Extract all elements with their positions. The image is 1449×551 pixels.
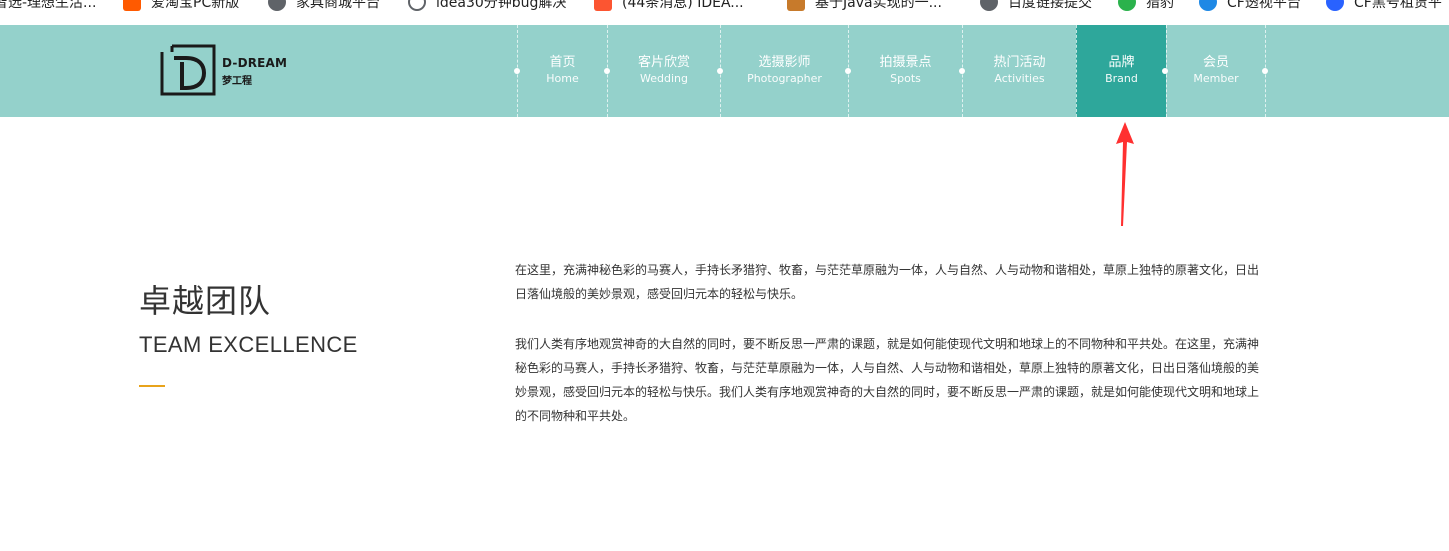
cf-icon [1199,0,1217,11]
nav-item-brand[interactable]: 品牌 Brand [1076,25,1166,117]
nav-item-member[interactable]: 会员 Member [1166,25,1266,117]
bookmarks-bar: 智选-理想生活... 爱淘宝PC新版 家具商城平台 idea30分钟bug解决 … [0,0,1449,12]
nav-label-cn: 首页 [549,55,576,70]
nav-item-activities[interactable]: 热门活动 Activities [962,25,1076,117]
bookmark-label: 智选-理想生活... [0,0,97,11]
logo-name-cn: 梦工程 [222,75,252,87]
bookmark-label: (44条消息) IDEA... [622,0,744,11]
bookmark-item[interactable]: 爱淘宝PC新版 [123,0,239,12]
bookmark-label: 猎豹 [1146,0,1174,11]
nav-label-cn: 客片欣赏 [637,55,690,70]
nav-label-en: Photographer [747,72,822,85]
bookmark-icon [787,0,805,11]
bookmark-item[interactable]: 智选-理想生活... [0,0,96,12]
nav-item-photographer[interactable]: 选摄影师 Photographer [720,25,848,117]
nav-separator-dot [845,68,851,74]
nav-label-cn: 会员 [1202,55,1229,70]
logo-text: D-DREAM 梦工程 [222,56,287,87]
section-accent-line [139,385,165,387]
intro-paragraph: 在这里，充满神秘色彩的马赛人，手持长矛猎狩、牧畜，与茫茫草原融为一体，人与自然、… [515,263,1260,301]
nav-label-cn: 拍摄景点 [879,55,932,70]
nav-separator-dot [514,68,520,74]
bookmark-label: CF透视平台 [1227,0,1301,11]
nav-label-en: Wedding [640,72,688,85]
bookmark-item[interactable]: 百度链接提交 [980,0,1092,12]
bookmark-label: 家具商城平台 [296,0,380,11]
nav-item-home[interactable]: 首页 Home [517,25,607,117]
nav-label-en: Member [1193,72,1239,85]
nav-separator-dot [959,68,965,74]
csdn-icon [594,0,612,11]
nav-label-cn: 选摄影师 [758,55,811,70]
search-icon [408,0,426,11]
annotation-arrow-icon [1116,122,1134,226]
site-header: D-DREAM 梦工程 首页 Home 客片欣赏 Wedding 选摄影师 Ph… [0,25,1449,117]
nav-label-cn: 品牌 [1108,55,1135,70]
paw-icon [1326,0,1344,11]
bookmark-item[interactable]: (44条消息) IDEA... [594,0,744,12]
bookmark-item[interactable]: CF透视平台 [1199,0,1301,12]
logo-name-en: D-DREAM [222,55,288,70]
bookmark-item[interactable]: 基于Java实现的一... [787,0,942,12]
site-logo[interactable]: D-DREAM 梦工程 [160,44,287,96]
bookmark-label: CF黑号租赁平 [1354,0,1442,11]
nav-item-spots[interactable]: 拍摄景点 Spots [848,25,962,117]
nav-item-wedding[interactable]: 客片欣赏 Wedding [607,25,720,117]
bookmark-label: 基于Java实现的一... [815,0,942,11]
leaf-icon [1118,0,1136,11]
body-paragraph: 我们人类有序地观赏神奇的大自然的同时，要不断反思一严肃的课题，就是如何能使现代文… [515,337,1260,423]
d-dream-logo-icon [160,44,216,96]
section-title-en: TEAM EXCELLENCE [139,332,358,357]
bookmark-item[interactable]: CF黑号租赁平 [1326,0,1442,12]
nav-label-en: Brand [1105,72,1138,85]
section-title-cn: 卓越团队 [139,282,272,320]
main-nav: 首页 Home 客片欣赏 Wedding 选摄影师 Photographer 拍… [517,25,1266,117]
nav-label-en: Home [546,72,579,85]
bookmark-label: 爱淘宝PC新版 [151,0,240,11]
globe-icon [980,0,998,11]
nav-separator-dot [1162,68,1168,74]
nav-label-cn: 热门活动 [993,55,1046,70]
taobao-icon [123,0,141,11]
nav-separator-dot [1262,68,1268,74]
bookmark-item[interactable]: idea30分钟bug解决 [408,0,566,12]
globe-icon [268,0,286,11]
nav-label-en: Activities [994,72,1045,85]
bookmark-item[interactable]: 家具商城平台 [268,0,380,12]
nav-separator-dot [604,68,610,74]
bookmark-label: idea30分钟bug解决 [436,0,567,11]
bookmark-label: 百度链接提交 [1008,0,1092,11]
nav-separator-dot [717,68,723,74]
nav-label-en: Spots [890,72,921,85]
bookmark-item[interactable]: 猎豹 [1118,0,1174,12]
